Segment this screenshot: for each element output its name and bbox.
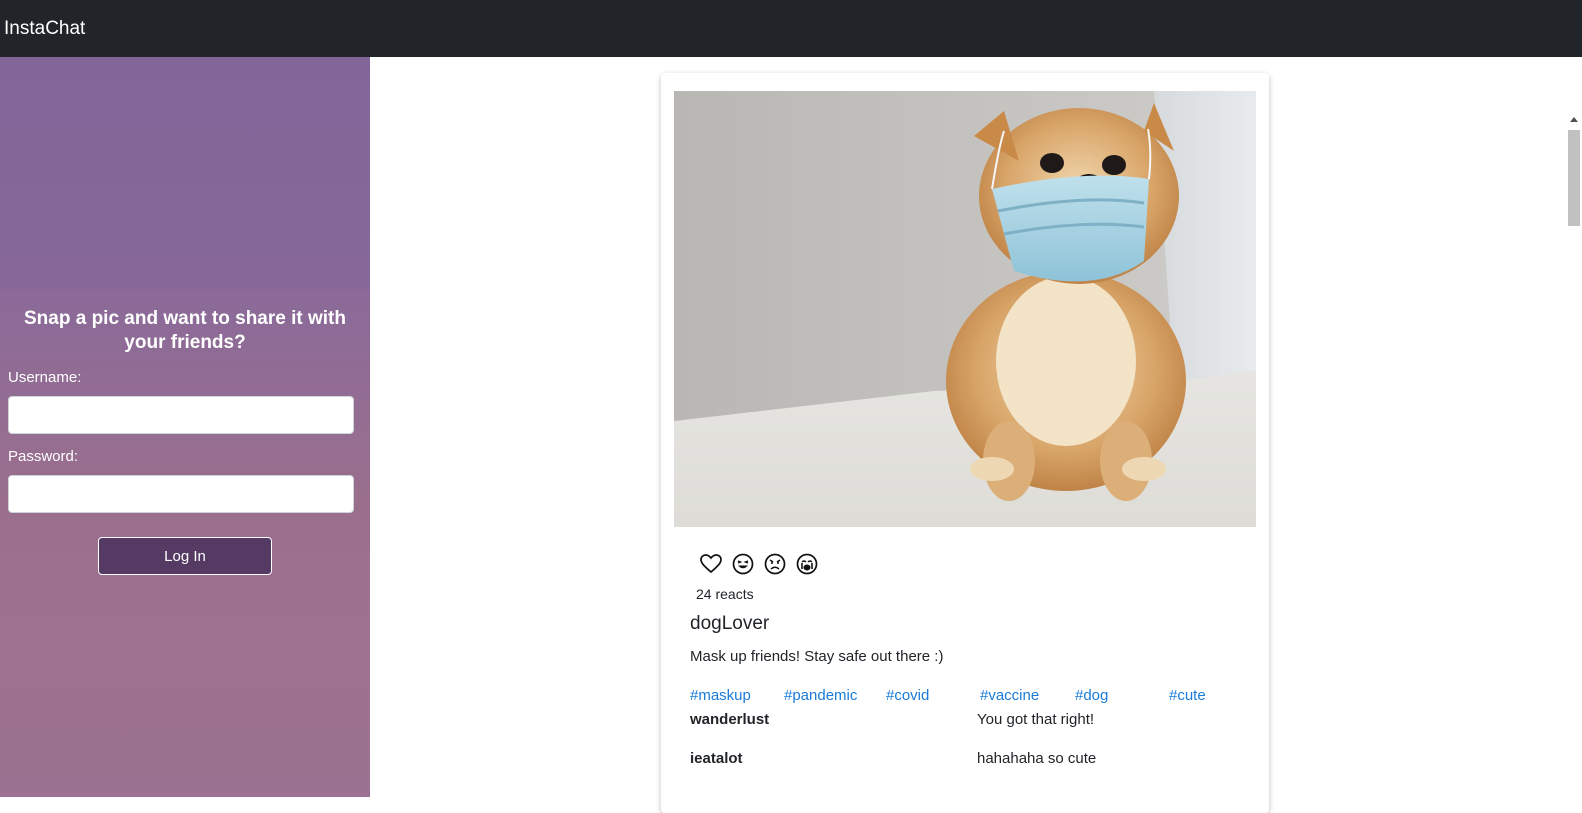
- username-input[interactable]: [8, 396, 354, 434]
- angry-face-icon[interactable]: [762, 551, 788, 577]
- username-label: Username:: [8, 369, 82, 386]
- hashtag-link[interactable]: #pandemic: [784, 687, 857, 704]
- post-username[interactable]: dogLover: [690, 613, 769, 635]
- post-caption: Mask up friends! Stay safe out there :): [690, 648, 944, 665]
- hashtag-link[interactable]: #covid: [886, 687, 929, 704]
- login-form: Snap a pic and want to share it with you…: [0, 290, 370, 575]
- login-button[interactable]: Log In: [98, 537, 272, 575]
- comment-row: ieatalot hahahaha so cute: [690, 750, 1250, 789]
- hashtag-link[interactable]: #dog: [1075, 687, 1108, 704]
- comment-username[interactable]: ieatalot: [690, 750, 743, 767]
- reaction-bar: [698, 551, 820, 577]
- comment-list: wanderlust You got that right! ieatalot …: [690, 711, 1250, 789]
- post-card: 24 reacts dogLover Mask up friends! Stay…: [661, 73, 1269, 813]
- hashtag-link[interactable]: #maskup: [690, 687, 751, 704]
- comment-row: wanderlust You got that right!: [690, 711, 1250, 750]
- hashtag-link[interactable]: #vaccine: [980, 687, 1039, 704]
- scrollbar-thumb[interactable]: [1568, 130, 1580, 226]
- comment-text: You got that right!: [977, 711, 1095, 728]
- reaction-count: 24 reacts: [696, 586, 754, 602]
- crying-face-icon[interactable]: [794, 551, 820, 577]
- hashtag-list: #maskup #pandemic #covid #vaccine #dog #…: [690, 687, 1250, 707]
- dog-photo: [674, 91, 1256, 527]
- page-scrollbar[interactable]: [1567, 57, 1582, 797]
- sidebar-top-panel: [0, 57, 370, 290]
- comment-text: hahahaha so cute: [977, 750, 1097, 767]
- password-label: Password:: [8, 448, 79, 465]
- top-navbar: InstaChat: [0, 0, 1582, 57]
- laughing-face-icon[interactable]: [730, 551, 756, 577]
- login-sidebar: Snap a pic and want to share it with you…: [0, 57, 370, 797]
- comment-username[interactable]: wanderlust: [690, 711, 769, 728]
- feed-area: 24 reacts dogLover Mask up friends! Stay…: [370, 57, 1582, 813]
- login-tagline: Snap a pic and want to share it with you…: [24, 308, 346, 353]
- hashtag-link[interactable]: #cute: [1169, 687, 1206, 704]
- brand-logo[interactable]: InstaChat: [4, 18, 85, 40]
- scroll-up-arrow-icon[interactable]: [1570, 117, 1578, 122]
- heart-icon[interactable]: [698, 551, 724, 577]
- post-image: [674, 91, 1256, 527]
- password-input[interactable]: [8, 475, 354, 513]
